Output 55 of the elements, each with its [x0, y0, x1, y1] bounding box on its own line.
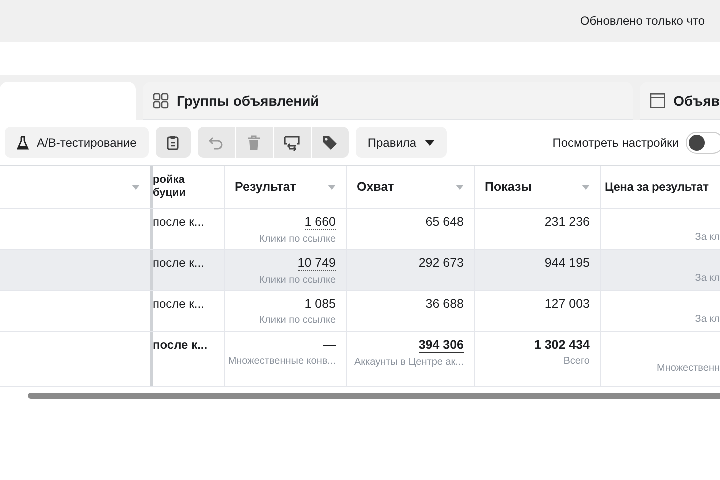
sort-caret-icon[interactable] [456, 184, 464, 190]
table-cell: после к... [153, 215, 204, 229]
table-cell: 944 195 [544, 256, 590, 270]
total-label: Множественные конв... [228, 356, 336, 367]
scrollbar[interactable] [28, 393, 720, 399]
column-header: Результат [235, 180, 296, 194]
cost-type: За кл [695, 273, 720, 284]
total-value[interactable]: 394 306 [418, 338, 464, 353]
table-cell: после к... [153, 297, 204, 311]
column-header: ройка буции [153, 174, 188, 200]
total-label: Аккаунты в Центре ак... [354, 357, 464, 368]
table-cell: 231 236 [544, 215, 590, 229]
cost-type: За кл [695, 314, 720, 325]
clipboard-icon [166, 134, 180, 150]
column-header: Показы [485, 180, 532, 194]
window-icon [650, 92, 666, 108]
rules-dropdown[interactable]: Правила [356, 127, 447, 158]
result-value[interactable]: 1 660 [304, 215, 336, 230]
table-cell: 127 003 [544, 297, 590, 311]
cost-type: За кл [695, 232, 720, 243]
flask-icon [17, 136, 29, 150]
caret-icon [424, 140, 435, 146]
result-value: 1 085 [304, 297, 336, 311]
view-settings-toggle[interactable] [686, 132, 720, 154]
table-cell: после к... [153, 256, 204, 270]
column-header: Цена за результат [605, 180, 709, 194]
view-settings-label: Посмотреть настройки [552, 136, 679, 150]
result-type: Клики по ссылке [259, 315, 336, 326]
table-cell: 292 673 [418, 256, 464, 270]
undo-icon [208, 136, 224, 150]
column-header: Охват [357, 180, 394, 194]
table-row[interactable]: после к... 10 749 Клики по ссылке 292 673 944 195 За кл [0, 250, 720, 291]
grid-icon [153, 92, 169, 108]
sort-caret-icon[interactable] [132, 184, 140, 190]
update-status: Обновлено только что [580, 14, 705, 28]
table-cell: после к... [153, 338, 208, 352]
total-value: — [324, 338, 336, 352]
result-value[interactable]: 10 749 [298, 256, 336, 271]
tag-icon [322, 134, 338, 150]
sort-caret-icon[interactable] [328, 184, 336, 190]
swap-icon [283, 134, 302, 150]
sort-caret-icon[interactable] [582, 184, 590, 190]
total-value: 1 302 434 [534, 338, 590, 352]
result-type: Клики по ссылке [259, 234, 336, 245]
swap-button[interactable] [274, 127, 311, 158]
table-cell: 65 648 [426, 215, 464, 229]
clipboard-button[interactable] [156, 127, 191, 158]
result-type: Клики по ссылке [259, 275, 336, 286]
table-cell: 36 688 [426, 297, 464, 311]
table-row[interactable]: после к... 1 085 Клики по ссылке 36 688 127 003 За кл [0, 291, 720, 332]
total-label: Множественн [657, 363, 720, 374]
tag-button[interactable] [312, 127, 349, 158]
trash-icon [247, 134, 262, 150]
total-label: Всего [564, 356, 590, 367]
ab-test-button[interactable]: A/B-тестирование [5, 127, 149, 158]
